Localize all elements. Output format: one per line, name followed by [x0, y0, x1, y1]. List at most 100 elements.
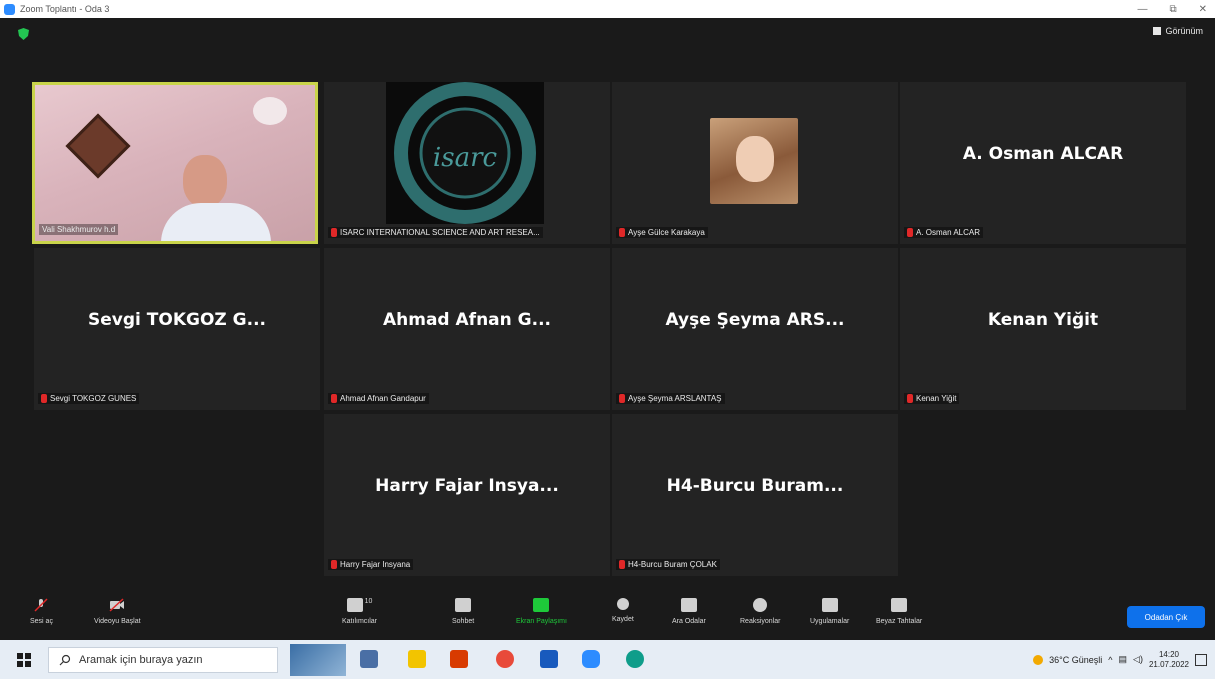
news-widget-thumbnail[interactable] [290, 644, 346, 676]
window-title: Zoom Toplantı - Oda 3 [20, 4, 110, 14]
share-screen-label: Ekran Paylaşımı [516, 618, 567, 625]
start-video-label: Videoyu Başlat [94, 618, 141, 625]
muted-mic-icon [907, 228, 913, 237]
record-icon [616, 598, 629, 610]
network-icon[interactable]: ▤ [1119, 654, 1128, 665]
participants-button[interactable]: 10 Katılımcılar [342, 598, 377, 625]
participant-display-name: Ahmad Afnan G... [382, 310, 551, 330]
meeting-stage: Görünüm Vali Shakhmurov h.d isarc ISARC … [0, 18, 1215, 596]
tile-name-text: Kenan Yiğit [916, 394, 957, 403]
zoom-taskbar-icon[interactable] [582, 650, 600, 668]
whiteboard-icon [891, 598, 908, 612]
view-button[interactable]: Görünüm [1153, 26, 1203, 36]
tile-name-label: H4-Burcu Buram ÇOLAK [616, 559, 720, 570]
share-screen-button[interactable]: Ekran Paylaşımı [516, 598, 567, 625]
office-icon[interactable] [450, 650, 468, 668]
participant-person [161, 155, 271, 241]
breakout-rooms-button[interactable]: Ara Odalar [672, 598, 706, 625]
mic-muted-icon [34, 598, 49, 612]
tile-name-text: H4-Burcu Buram ÇOLAK [628, 560, 717, 569]
whiteboards-button[interactable]: Beyaz Tahtalar [876, 598, 922, 625]
edge-icon[interactable] [626, 650, 644, 668]
maximize-button[interactable]: ⧉ [1169, 4, 1176, 15]
video-tile[interactable]: Harry Fajar Insya... Harry Fajar Insyana [324, 414, 610, 576]
participant-video [35, 85, 315, 241]
reactions-icon [753, 598, 768, 612]
breakout-rooms-label: Ara Odalar [672, 618, 706, 625]
tile-name-label: Harry Fajar Insyana [328, 559, 414, 570]
windows-start-icon[interactable] [17, 653, 31, 667]
tile-name-label: Ayşe Şeyma ARSLANTAŞ [616, 393, 725, 404]
tile-name-text: Ayşe Şeyma ARSLANTAŞ [628, 394, 722, 403]
tile-name-label: Ahmad Afnan Gandapur [328, 393, 429, 404]
participant-display-name: Harry Fajar Insya... [375, 476, 559, 496]
word-icon[interactable] [540, 650, 558, 668]
video-tile[interactable]: Ahmad Afnan G... Ahmad Afnan Gandapur [324, 248, 610, 410]
tile-name-text: Harry Fajar Insyana [340, 560, 411, 569]
record-button[interactable]: Kaydet [612, 598, 634, 623]
video-tile[interactable]: Sevgi TOKGOZ G... Sevgi TOKGOZ GUNES [34, 248, 320, 410]
reactions-button[interactable]: Reaksiyonlar [740, 598, 780, 625]
file-explorer-icon[interactable] [408, 650, 426, 668]
video-tile[interactable]: H4-Burcu Buram... H4-Burcu Buram ÇOLAK [612, 414, 898, 576]
tile-name-label: ISARC INTERNATIONAL SCIENCE AND ART RESE… [328, 227, 543, 238]
notifications-icon[interactable] [1195, 653, 1207, 666]
muted-mic-icon [619, 560, 625, 569]
tile-name-text: Ahmad Afnan Gandapur [340, 394, 426, 403]
unmute-label: Sesi aç [30, 618, 53, 625]
share-screen-icon [533, 598, 550, 612]
leave-room-button[interactable]: Odadan Çık [1127, 606, 1205, 628]
minimize-button[interactable]: — [1137, 4, 1147, 15]
participant-face [736, 136, 774, 182]
unmute-button[interactable]: Sesi aç [30, 598, 53, 625]
participants-label: Katılımcılar [342, 618, 378, 625]
breakout-rooms-icon [680, 598, 697, 612]
tile-name-text: Vali Shakhmurov h.d [42, 225, 116, 234]
participant-display-name: Kenan Yiğit [987, 310, 1099, 330]
video-tile[interactable]: isarc ISARC INTERNATIONAL SCIENCE AND AR… [324, 82, 610, 244]
tile-name-label: A. Osman ALCAR [904, 227, 984, 238]
muted-mic-icon [907, 394, 913, 403]
video-tile[interactable]: Ayşe Şeyma ARS... Ayşe Şeyma ARSLANTAŞ [612, 248, 898, 410]
isarc-logo-image: isarc [386, 82, 544, 224]
participant-display-name: H4-Burcu Buram... [666, 476, 844, 496]
grid-view-icon [1153, 27, 1162, 35]
video-off-icon [109, 598, 125, 612]
participants-count: 10 [364, 598, 373, 605]
apps-button[interactable]: Uygulamalar [810, 598, 849, 625]
video-tile[interactable]: Kenan Yiğit Kenan Yiğit [900, 248, 1186, 410]
chat-label: Sohbet [452, 618, 475, 625]
muted-mic-icon [331, 394, 337, 403]
window-titlebar: Zoom Toplantı - Oda 3 — ⧉ ✕ [0, 0, 1215, 18]
taskbar-clock[interactable]: 14:20 21.07.2022 [1149, 650, 1189, 670]
tile-name-text: A. Osman ALCAR [916, 228, 981, 237]
isarc-logo-text: isarc [433, 143, 498, 173]
task-view-icon[interactable] [360, 650, 378, 668]
volume-icon[interactable]: ◁) [1133, 654, 1143, 665]
reactions-label: Reaksiyonlar [740, 618, 781, 625]
apps-label: Uygulamalar [810, 618, 850, 625]
video-tile[interactable]: Ayşe Gülce Karakaya [612, 82, 898, 244]
muted-mic-icon [619, 228, 625, 237]
tile-name-label: Sevgi TOKGOZ GUNES [38, 393, 140, 404]
close-button[interactable]: ✕ [1199, 4, 1207, 15]
system-tray: 36°C Güneşli ^ ▤ ◁) 14:20 21.07.2022 [1033, 640, 1207, 679]
muted-mic-icon [331, 560, 337, 569]
chrome-icon[interactable] [496, 650, 514, 668]
security-shield-icon[interactable] [18, 28, 29, 40]
clock-date: 21.07.2022 [1148, 659, 1189, 669]
participant-display-name: Sevgi TOKGOZ G... [88, 310, 266, 330]
tray-chevron-icon[interactable]: ^ [1108, 655, 1112, 665]
start-video-button[interactable]: Videoyu Başlat [94, 598, 141, 625]
weather-sun-icon [1033, 654, 1044, 665]
taskbar-search-box[interactable]: Aramak için buraya yazın [48, 647, 278, 673]
participant-head [183, 155, 227, 207]
search-icon [59, 654, 71, 666]
video-tile-active-speaker[interactable]: Vali Shakhmurov h.d [32, 82, 318, 244]
isarc-logo: isarc [394, 82, 536, 224]
chat-button[interactable]: Sohbet [452, 598, 474, 625]
video-tile[interactable]: A. Osman ALCAR A. Osman ALCAR [900, 82, 1186, 244]
tile-name-text: Sevgi TOKGOZ GUNES [50, 394, 137, 403]
weather-text[interactable]: 36°C Güneşli [1049, 655, 1102, 665]
view-button-label: Görünüm [1165, 26, 1203, 36]
